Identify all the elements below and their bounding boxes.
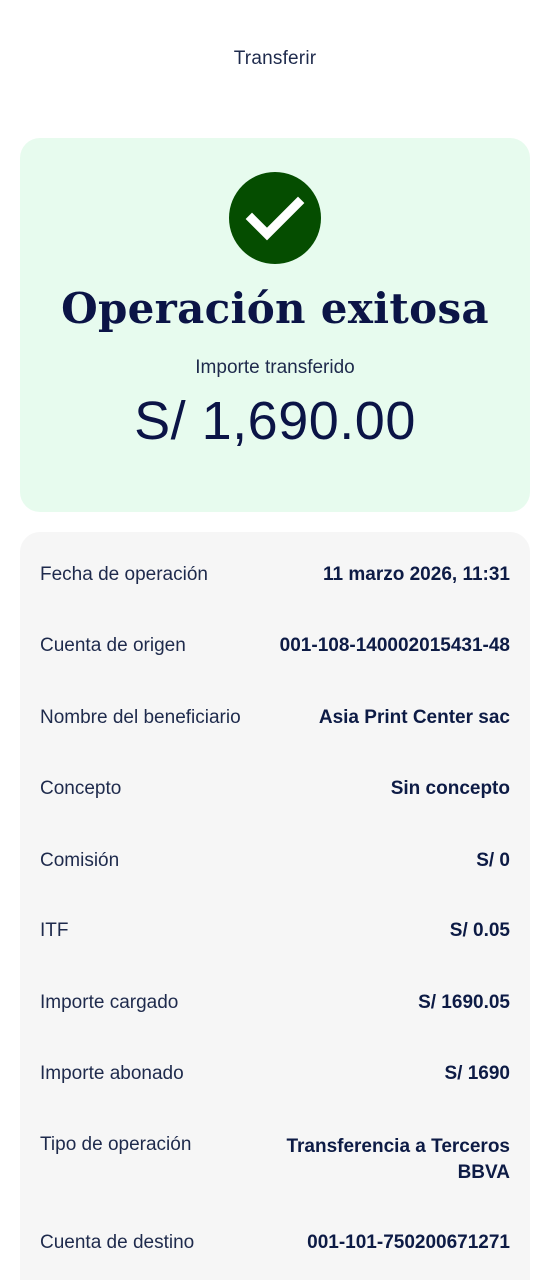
success-title: Operación exitosa [61,284,489,333]
detail-value: S/ 1690.05 [418,992,510,1013]
detail-value: Sin concepto [390,778,510,799]
detail-label: Cuenta de destino [40,1232,195,1253]
check-circle-icon [229,172,321,264]
detail-value: 11 marzo 2026, 11:31 [323,564,510,585]
success-card: Operación exitosa Importe transferido S/… [20,138,530,512]
detail-value: Asia Print Center sac [318,707,510,728]
detail-label: Importe abonado [40,1063,184,1084]
amount-label: Importe transferido [195,357,355,378]
amount-value: S/ 1,690.00 [134,391,416,451]
header-title: Transferir [233,48,317,69]
detail-value: S/ 0 [476,850,510,871]
detail-value: 001-108-140002015431-48 [279,635,510,656]
detail-label: Fecha de operación [40,564,208,585]
transfer-confirmation-screen: Transferir Operación exitosa Importe tra… [0,0,550,1280]
detail-value: 001-101-750200671271 [307,1232,510,1253]
detail-value: Transferencia a Terceros BBVA [286,1136,510,1183]
detail-label: ITF [40,920,69,941]
detail-value: S/ 1690 [444,1063,511,1084]
detail-label: Tipo de operación [40,1134,192,1155]
detail-value: S/ 0.05 [449,920,510,941]
detail-label: Concepto [40,778,122,799]
detail-label: Cuenta de origen [40,635,186,656]
details-card: Fecha de operación 11 marzo 2026, 11:31 … [20,532,530,1280]
detail-label: Importe cargado [40,992,179,1013]
detail-label: Nombre del beneficiario [40,707,241,728]
detail-label: Comisión [40,850,120,871]
